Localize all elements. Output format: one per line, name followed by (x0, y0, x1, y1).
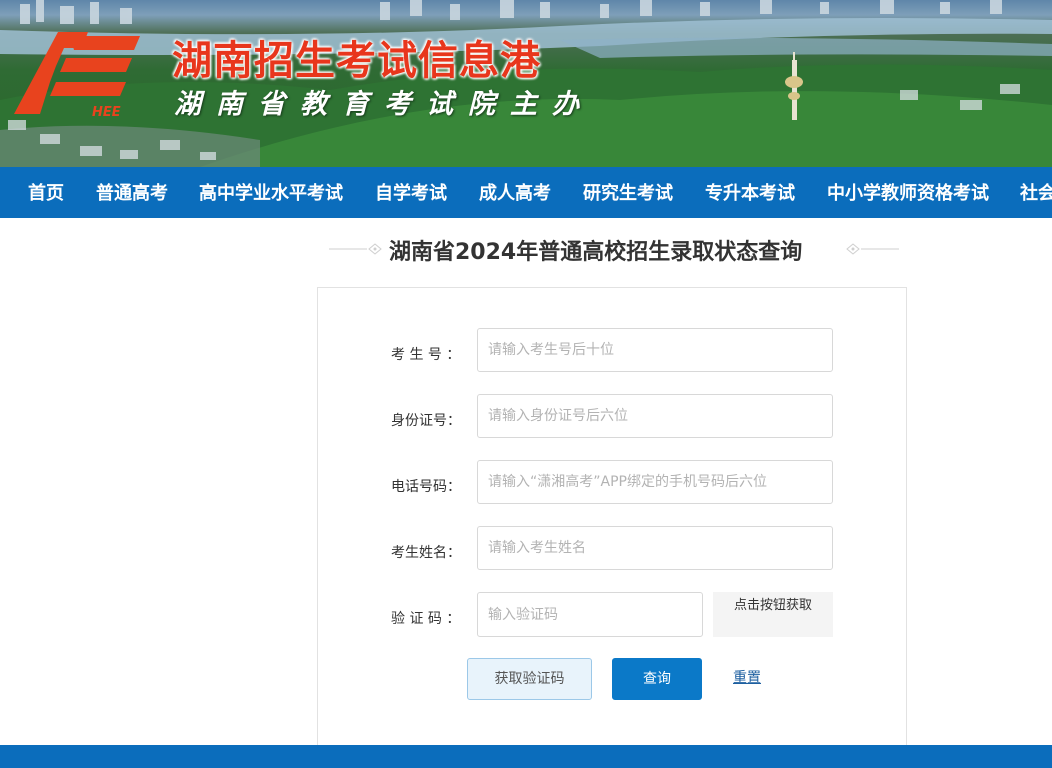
captcha-image[interactable]: 点击按钮获取 (713, 592, 833, 637)
query-form: 考 生 号 ： 身份证号： 电话号码： 考生姓名： 验 证 码 ： 点击按钮获取… (317, 287, 907, 759)
nav-item-upgrade-exam[interactable]: 专升本考试 (705, 167, 795, 218)
hee-logo-icon: HEE (14, 32, 140, 120)
exam-number-input[interactable] (477, 328, 833, 372)
page-title: 湖南省2024年普通高校招生录取状态查询 (389, 240, 803, 265)
page-heading: 湖南省2024年普通高校招生录取状态查询 (325, 228, 899, 272)
id-number-label: 身份证号： (391, 413, 461, 429)
captcha-label: 验 证 码 ： (391, 611, 461, 627)
left-ornament-icon (329, 243, 382, 255)
nav-item-self-study[interactable]: 自学考试 (375, 167, 447, 218)
site-title: 湖南招生考试信息港 (172, 38, 541, 84)
phone-input[interactable] (477, 460, 833, 504)
id-number-input[interactable] (477, 394, 833, 438)
logo-text: HEE (92, 105, 121, 120)
reset-link[interactable]: 重置 (732, 658, 762, 700)
site-subtitle: 湖南省教育考试院主办 (174, 89, 594, 120)
name-label: 考生姓名： (391, 545, 461, 561)
right-ornament-icon (846, 243, 899, 255)
nav-item-home[interactable]: 首页 (28, 167, 64, 218)
footer-bar (0, 745, 1052, 768)
nav-item-gaokao[interactable]: 普通高考 (96, 167, 168, 218)
header-banner: HEE 湖南招生考试信息港 湖南省教育考试院主办 (0, 0, 1052, 167)
nav-item-academic-test[interactable]: 高中学业水平考试 (199, 167, 343, 218)
name-input[interactable] (477, 526, 833, 570)
query-button[interactable]: 查询 (612, 658, 702, 700)
exam-number-label: 考 生 号 ： (391, 347, 461, 363)
nav-item-graduate-exam[interactable]: 研究生考试 (583, 167, 673, 218)
captcha-input[interactable] (477, 592, 703, 637)
get-code-button[interactable]: 获取验证码 (467, 658, 592, 700)
nav-item-social[interactable]: 社会 (1020, 167, 1052, 218)
phone-label: 电话号码： (391, 479, 461, 495)
nav-item-teacher-cert[interactable]: 中小学教师资格考试 (827, 167, 989, 218)
nav-item-adult-exam[interactable]: 成人高考 (479, 167, 551, 218)
main-nav: 首页 普通高考 高中学业水平考试 自学考试 成人高考 研究生考试 专升本考试 中… (0, 167, 1052, 218)
